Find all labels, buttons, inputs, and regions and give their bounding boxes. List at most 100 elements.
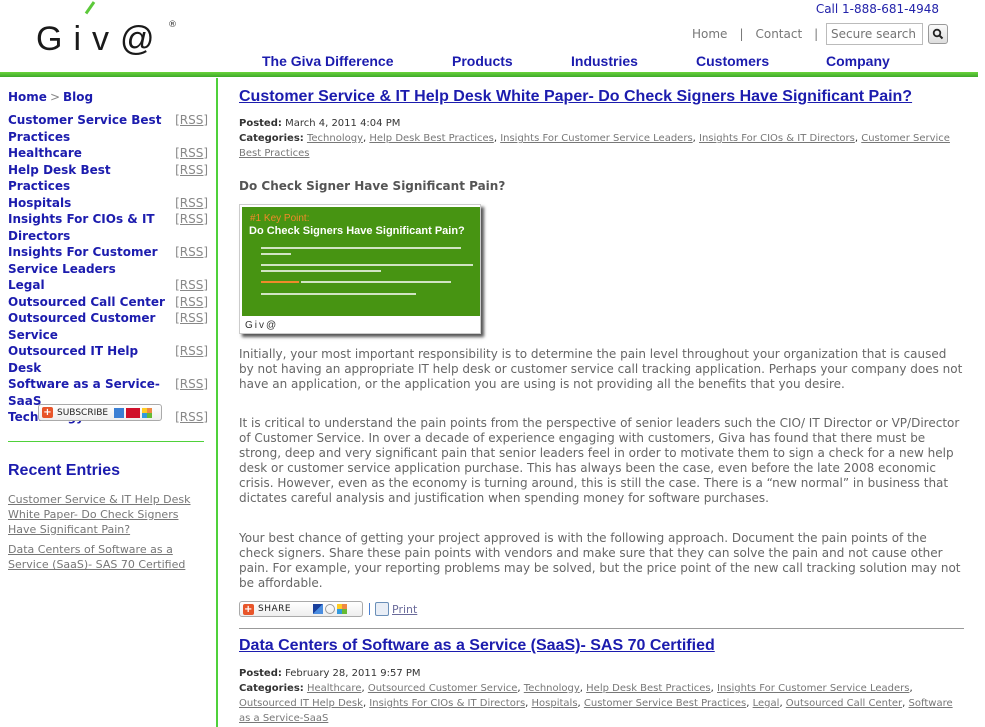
recent-entries-list: Customer Service & IT Help Desk White Pa… xyxy=(8,492,193,577)
post-category-link[interactable]: Outsourced Call Center xyxy=(786,698,902,709)
posted-date: March 4, 2011 4:04 PM xyxy=(285,118,401,129)
digg-icon xyxy=(325,604,336,614)
post-title-link[interactable]: Customer Service & IT Help Desk White Pa… xyxy=(239,88,912,106)
rss-link[interactable]: [RSS] xyxy=(175,277,208,294)
yahoo-icon xyxy=(126,407,141,418)
post-category-link[interactable]: Insights For CIOs & IT Directors xyxy=(699,133,855,144)
post-paragraph: Your best chance of getting your project… xyxy=(239,531,961,590)
post-category-link[interactable]: Healthcare xyxy=(307,683,362,694)
post-category-link[interactable]: Help Desk Best Practices xyxy=(586,683,710,694)
post-category-link[interactable]: Insights For Customer Service Leaders xyxy=(717,683,909,694)
post-category-link[interactable]: Outsourced IT Help Desk xyxy=(239,698,363,709)
key-point-image: #1 Key Point: Do Check Signers Have Sign… xyxy=(239,204,481,334)
printer-icon[interactable] xyxy=(375,602,389,616)
post-category-link[interactable]: Insights For CIOs & IT Directors xyxy=(369,698,525,709)
post-category-link[interactable]: Technology xyxy=(524,683,580,694)
post-paragraph: It is critical to understand the pain po… xyxy=(239,416,960,505)
nav-company[interactable]: Company xyxy=(826,53,890,69)
breadcrumb-home[interactable]: Home xyxy=(8,90,47,104)
recent-entry-link[interactable]: Data Centers of Software as a Service (S… xyxy=(8,542,193,572)
divider xyxy=(369,603,370,615)
giva-logo[interactable]: Giv@ ® xyxy=(36,1,186,58)
category-link[interactable]: Outsourced Call Center xyxy=(8,294,168,311)
category-row: Customer Service Best Practices [RSS] xyxy=(8,112,208,145)
post-divider xyxy=(239,628,964,629)
categories-label: Categories: xyxy=(239,133,304,144)
category-row: Outsourced Call Center [RSS] xyxy=(8,294,208,311)
post-category-link[interactable]: Legal xyxy=(753,698,780,709)
post-title-link[interactable]: Data Centers of Software as a Service (S… xyxy=(239,637,715,655)
top-link-contact[interactable]: Contact xyxy=(755,27,802,41)
rss-link[interactable]: [RSS] xyxy=(175,195,208,212)
category-row: Healthcare [RSS] xyxy=(8,145,208,162)
category-link[interactable]: Customer Service Best Practices xyxy=(8,112,168,145)
post-category-link[interactable]: Help Desk Best Practices xyxy=(369,133,493,144)
share-service-icons xyxy=(313,604,348,614)
share-toolbar: + SHARE Print xyxy=(239,601,417,617)
rss-link[interactable]: [RSS] xyxy=(175,244,208,261)
rss-link[interactable]: [RSS] xyxy=(175,162,208,179)
nav-industries[interactable]: Industries xyxy=(571,53,638,69)
category-row: Insights For CIOs & IT Directors [RSS] xyxy=(8,211,208,244)
category-link[interactable]: Help Desk Best Practices xyxy=(8,162,168,195)
breadcrumb-separator: > xyxy=(49,90,60,104)
category-row: Legal [RSS] xyxy=(8,277,208,294)
nav-products[interactable]: Products xyxy=(452,53,513,69)
category-link[interactable]: Outsourced Customer Service xyxy=(8,310,168,343)
category-link[interactable]: Healthcare xyxy=(8,145,168,162)
windows-live-icon xyxy=(142,407,153,418)
rss-link[interactable]: [RSS] xyxy=(175,409,208,426)
breadcrumb-blog[interactable]: Blog xyxy=(63,90,93,104)
rss-link[interactable]: [RSS] xyxy=(175,112,208,129)
posted-line: Posted: February 28, 2011 9:57 PM xyxy=(239,666,964,681)
categories-label: Categories: xyxy=(239,683,304,694)
post-category-link[interactable]: Outsourced Customer Service xyxy=(368,683,518,694)
top-link-home[interactable]: Home xyxy=(692,27,727,41)
figure-logo: Giv@ xyxy=(245,320,279,331)
addthis-plus-icon: + xyxy=(243,603,254,615)
print-link[interactable]: Print xyxy=(392,603,417,616)
header-divider-bar xyxy=(0,72,978,77)
main-nav: The Giva Difference Products Industries … xyxy=(0,53,985,71)
subscribe-button[interactable]: + SUBSCRIBE xyxy=(38,404,162,421)
rss-link[interactable]: [RSS] xyxy=(175,376,208,393)
post-category-link[interactable]: Customer Service Best Practices xyxy=(584,698,746,709)
share-button[interactable]: + SHARE xyxy=(239,601,363,617)
nav-giva-difference[interactable]: The Giva Difference xyxy=(262,53,394,69)
recent-entry-link[interactable]: Customer Service & IT Help Desk White Pa… xyxy=(8,492,193,537)
sidebar-divider xyxy=(8,441,204,442)
top-links: Home | Contact | xyxy=(692,27,830,41)
key-point-label: #1 Key Point: xyxy=(250,213,310,224)
category-row: Insights For Customer Service Leaders [RS… xyxy=(8,244,208,277)
nav-customers[interactable]: Customers xyxy=(696,53,769,69)
figure-text-line xyxy=(261,264,473,266)
category-link[interactable]: Legal xyxy=(8,277,168,294)
figure-text-line xyxy=(261,253,291,255)
category-link[interactable]: Insights For Customer Service Leaders xyxy=(8,244,168,277)
rss-link[interactable]: [RSS] xyxy=(175,343,208,360)
category-link[interactable]: Insights For CIOs & IT Directors xyxy=(8,211,168,244)
search-button[interactable] xyxy=(928,24,948,44)
feed-service-icons xyxy=(114,407,153,418)
magnifier-icon xyxy=(932,28,944,40)
posted-label: Posted: xyxy=(239,118,282,129)
search-input[interactable] xyxy=(826,23,923,45)
rss-link[interactable]: [RSS] xyxy=(175,211,208,228)
rss-link[interactable]: [RSS] xyxy=(175,294,208,311)
figure-text-line xyxy=(261,281,299,283)
category-link[interactable]: Outsourced IT Help Desk xyxy=(8,343,168,376)
post-paragraph: Initially, your most important responsib… xyxy=(239,347,963,391)
breadcrumb: Home > Blog xyxy=(8,90,93,104)
rss-link[interactable]: [RSS] xyxy=(175,310,208,327)
post-category-link[interactable]: Insights For Customer Service Leaders xyxy=(500,133,692,144)
category-link[interactable]: Hospitals xyxy=(8,195,168,212)
rss-link[interactable]: [RSS] xyxy=(175,145,208,162)
posted-line: Posted: March 4, 2011 4:04 PM xyxy=(239,116,964,131)
post-category-link[interactable]: Technology xyxy=(307,133,363,144)
separator: , xyxy=(909,683,913,694)
windows-live-icon xyxy=(337,604,348,614)
post-category-link[interactable]: Hospitals xyxy=(532,698,578,709)
categories-line: Categories: Healthcare, Outsourced Custo… xyxy=(239,681,964,726)
category-row: Hospitals [RSS] xyxy=(8,195,208,212)
post-meta: Posted: February 28, 2011 9:57 PM Catego… xyxy=(239,666,964,726)
